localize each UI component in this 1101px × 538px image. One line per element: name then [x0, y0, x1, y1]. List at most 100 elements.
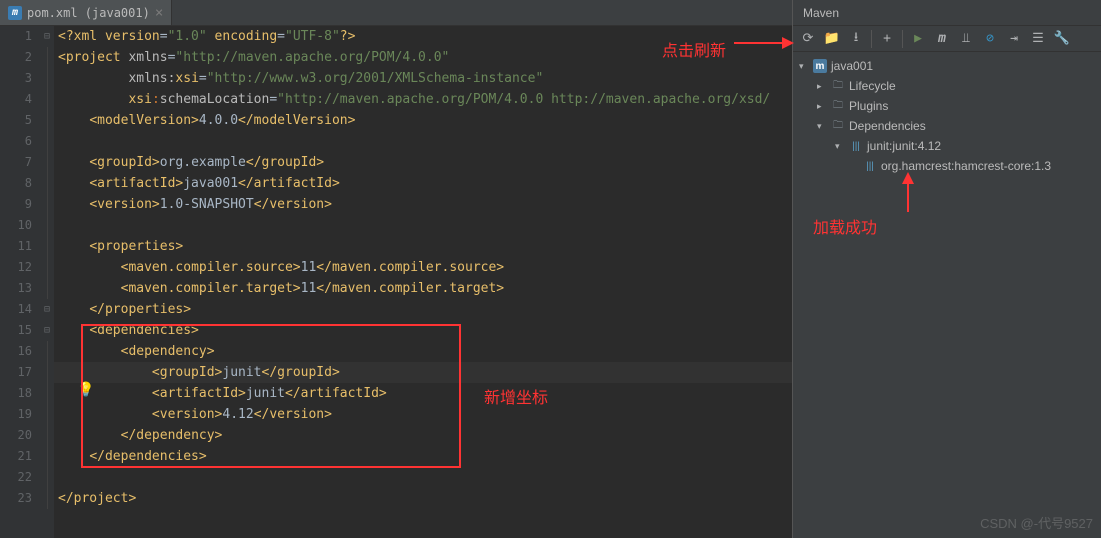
editor-tab[interactable]: m pom.xml (java001) ×: [0, 0, 172, 25]
tree-root[interactable]: ▾ m java001: [793, 56, 1101, 76]
line-number: 19: [0, 404, 32, 425]
maven-tree: ▾ m java001 ▸ 🗀 Lifecycle ▸ 🗀 Plugins ▾ …: [793, 52, 1101, 538]
fold-marker[interactable]: [40, 257, 54, 278]
annotation-load-success: 加载成功: [813, 214, 877, 238]
maven-file-icon: m: [8, 6, 22, 20]
fold-marker[interactable]: [40, 215, 54, 236]
code-line[interactable]: <properties>: [54, 236, 792, 257]
code-line[interactable]: xmlns:xsi="http://www.w3.org/2001/XMLSch…: [54, 68, 792, 89]
editor-tab-bar: m pom.xml (java001) ×: [0, 0, 792, 26]
maven-icon[interactable]: m: [931, 28, 953, 50]
chevron-down-icon[interactable]: ▾: [817, 121, 827, 132]
code-line[interactable]: <dependency>: [54, 341, 792, 362]
maven-panel-title: Maven: [793, 0, 1101, 26]
settings-icon[interactable]: 🔧: [1051, 28, 1073, 50]
close-icon[interactable]: ×: [155, 5, 163, 21]
code-line[interactable]: <project xmlns="http://maven.apache.org/…: [54, 47, 792, 68]
code-line[interactable]: </project>: [54, 488, 792, 509]
tree-lifecycle[interactable]: ▸ 🗀 Lifecycle: [793, 76, 1101, 96]
fold-marker[interactable]: [40, 446, 54, 467]
code-line[interactable]: [54, 215, 792, 236]
line-number: 17: [0, 362, 32, 383]
add-icon[interactable]: +: [876, 28, 898, 50]
run-icon[interactable]: ▶: [907, 28, 929, 50]
line-number: 22: [0, 467, 32, 488]
code-line[interactable]: <maven.compiler.source>11</maven.compile…: [54, 257, 792, 278]
generate-sources-icon[interactable]: 📁: [821, 28, 843, 50]
tree-hamcrest[interactable]: ||| org.hamcrest:hamcrest-core:1.3: [793, 156, 1101, 176]
line-number: 21: [0, 446, 32, 467]
fold-marker[interactable]: [40, 68, 54, 89]
lightbulb-icon[interactable]: 💡: [77, 382, 89, 394]
chevron-down-icon[interactable]: ▾: [835, 141, 845, 152]
code-line[interactable]: <artifactId>java001</artifactId>: [54, 173, 792, 194]
tree-label: junit:junit:4.12: [867, 139, 941, 153]
fold-marker[interactable]: [40, 362, 54, 383]
line-number: 1: [0, 26, 32, 47]
fold-marker[interactable]: [40, 383, 54, 404]
code-line[interactable]: xsi:schemaLocation="http://maven.apache.…: [54, 89, 792, 110]
code-line[interactable]: [54, 467, 792, 488]
line-number: 16: [0, 341, 32, 362]
arrow-icon: [893, 172, 923, 212]
line-number: 11: [0, 236, 32, 257]
fold-marker[interactable]: [40, 194, 54, 215]
chevron-right-icon[interactable]: ▸: [817, 101, 827, 112]
show-icon[interactable]: ☰: [1027, 28, 1049, 50]
code-line[interactable]: <modelVersion>4.0.0</modelVersion>: [54, 110, 792, 131]
fold-marker[interactable]: ⊟: [40, 26, 54, 47]
code-line[interactable]: <?xml version="1.0" encoding="UTF-8"?>: [54, 26, 792, 47]
download-sources-icon[interactable]: ⭳: [845, 28, 867, 50]
code-line[interactable]: <dependencies>: [54, 320, 792, 341]
collapse-all-icon[interactable]: ⇥: [1003, 28, 1025, 50]
fold-marker[interactable]: [40, 89, 54, 110]
toolbar-separator: [871, 30, 872, 48]
line-number: 4: [0, 89, 32, 110]
folder-icon: 🗀: [831, 99, 845, 113]
code-line[interactable]: </dependency>: [54, 425, 792, 446]
line-number: 23: [0, 488, 32, 509]
line-number: 6: [0, 131, 32, 152]
tree-label: org.hamcrest:hamcrest-core:1.3: [881, 159, 1051, 173]
code-line[interactable]: <artifactId>junit</artifactId>: [54, 383, 792, 404]
fold-marker[interactable]: [40, 278, 54, 299]
fold-marker[interactable]: [40, 110, 54, 131]
fold-marker[interactable]: [40, 488, 54, 509]
chevron-right-icon[interactable]: ▸: [817, 81, 827, 92]
fold-marker[interactable]: [40, 467, 54, 488]
code-line[interactable]: [54, 131, 792, 152]
code-line[interactable]: <version>4.12</version>: [54, 404, 792, 425]
fold-marker[interactable]: [40, 404, 54, 425]
tree-plugins[interactable]: ▸ 🗀 Plugins: [793, 96, 1101, 116]
fold-marker[interactable]: [40, 173, 54, 194]
maven-toolbar: ⟳ 📁 ⭳ + ▶ m ⫫ ⊘ ⇥ ☰ 🔧: [793, 26, 1101, 52]
code-line[interactable]: </properties>: [54, 299, 792, 320]
code-line[interactable]: <version>1.0-SNAPSHOT</version>: [54, 194, 792, 215]
tree-label: Plugins: [849, 99, 888, 113]
fold-marker[interactable]: ⊟: [40, 320, 54, 341]
module-icon: m: [813, 59, 827, 73]
fold-marker[interactable]: [40, 341, 54, 362]
code-line[interactable]: <groupId>org.example</groupId>: [54, 152, 792, 173]
toggle-skip-tests-icon[interactable]: ⊘: [979, 28, 1001, 50]
fold-marker[interactable]: [40, 152, 54, 173]
line-number: 12: [0, 257, 32, 278]
fold-gutter: ⊟⊟⊟: [40, 26, 54, 538]
code-line[interactable]: <maven.compiler.target>11</maven.compile…: [54, 278, 792, 299]
fold-marker[interactable]: [40, 425, 54, 446]
watermark: CSDN @-代号9527: [980, 513, 1093, 532]
code-area[interactable]: 💡 新增坐标 点击刷新 <?xml version="1.0" encoding…: [54, 26, 792, 538]
refresh-icon[interactable]: ⟳: [797, 28, 819, 50]
tree-dependencies[interactable]: ▾ 🗀 Dependencies: [793, 116, 1101, 136]
line-number: 20: [0, 425, 32, 446]
chevron-down-icon[interactable]: ▾: [799, 61, 809, 72]
fold-marker[interactable]: ⊟: [40, 299, 54, 320]
code-line[interactable]: <groupId>junit</groupId>: [54, 362, 792, 383]
fold-marker[interactable]: [40, 47, 54, 68]
fold-marker[interactable]: [40, 236, 54, 257]
tree-junit[interactable]: ▾ ||| junit:junit:4.12: [793, 136, 1101, 156]
toggle-offline-icon[interactable]: ⫫: [955, 28, 977, 50]
code-line[interactable]: </dependencies>: [54, 446, 792, 467]
line-number: 13: [0, 278, 32, 299]
fold-marker[interactable]: [40, 131, 54, 152]
